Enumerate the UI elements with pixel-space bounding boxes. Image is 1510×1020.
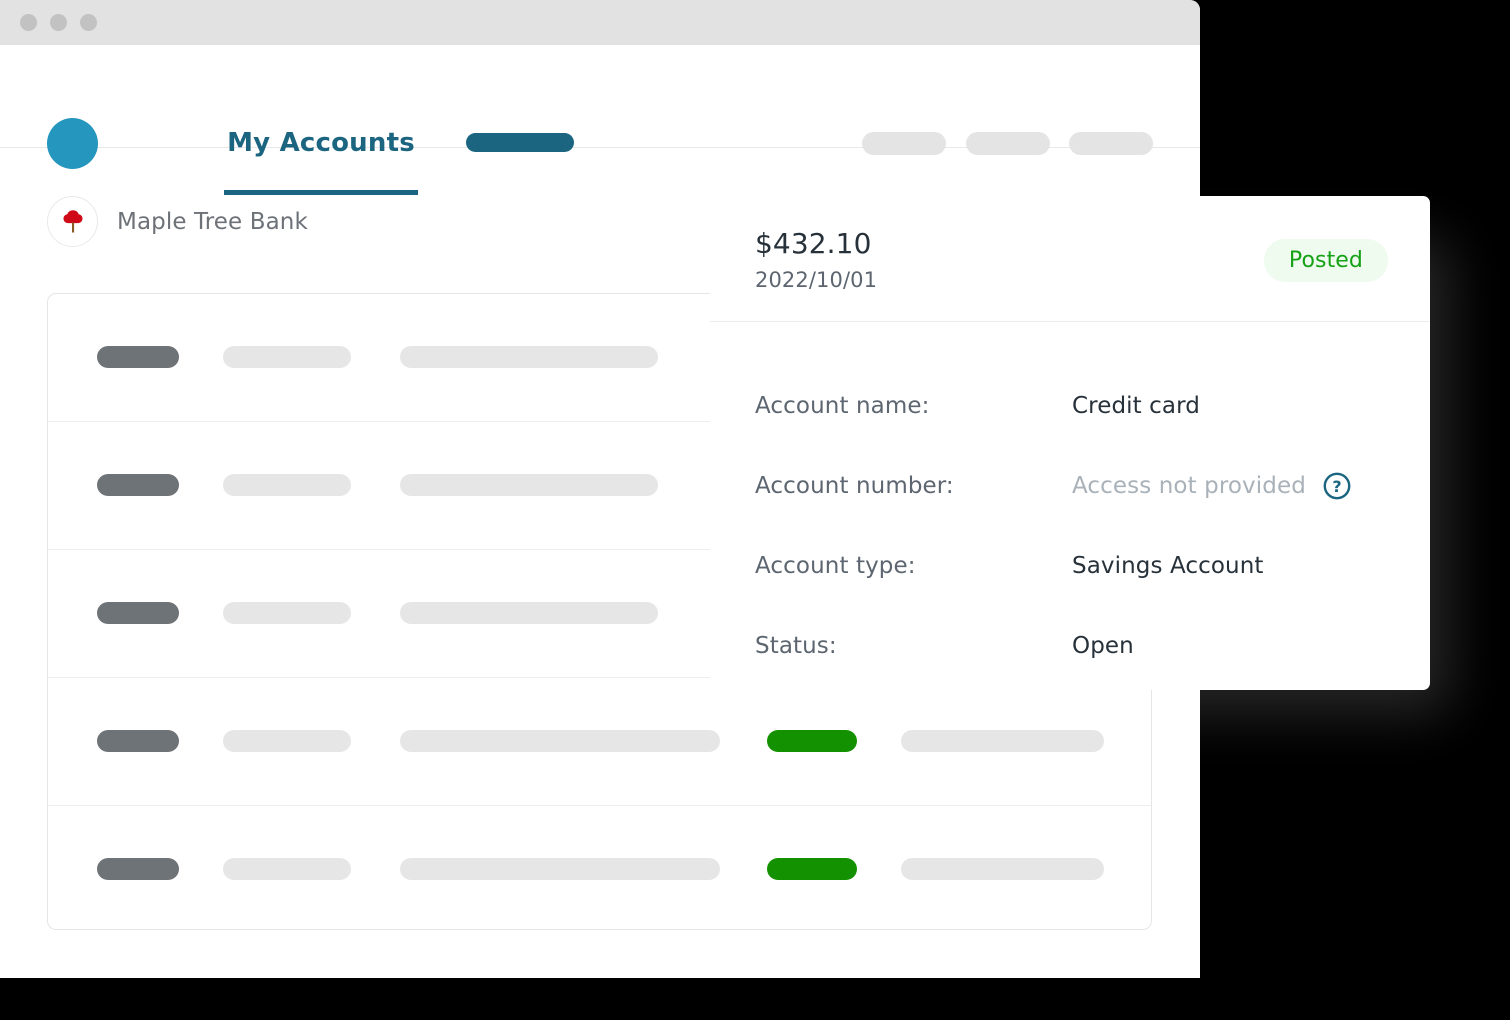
maximize-icon[interactable] — [80, 14, 97, 31]
detail-label: Account type: — [755, 553, 916, 579]
row-cell-placeholder — [223, 474, 351, 496]
detail-row-account-type: Account type: Savings Account — [710, 526, 1430, 606]
minimize-icon[interactable] — [50, 14, 67, 31]
detail-value: Access not provided — [1072, 473, 1306, 499]
transaction-date: 2022/10/01 — [755, 268, 878, 292]
row-cell-placeholder — [223, 730, 351, 752]
bank-name-label: Maple Tree Bank — [117, 208, 308, 235]
detail-label: Account name: — [755, 393, 930, 419]
bank-header: Maple Tree Bank — [47, 196, 308, 247]
status-badge: Posted — [1263, 239, 1388, 282]
detail-row-account-name: Account name: Credit card — [710, 366, 1430, 446]
top-navigation-bar: My Accounts — [0, 45, 1200, 195]
row-cell-placeholder — [901, 730, 1104, 752]
row-cell-placeholder — [223, 602, 351, 624]
detail-value: Savings Account — [1072, 553, 1264, 579]
row-cell-label-placeholder — [97, 602, 179, 624]
row-status-pill — [767, 858, 857, 880]
row-cell-label-placeholder — [97, 346, 179, 368]
avatar[interactable] — [47, 118, 98, 169]
detail-card-body: Account name: Credit card Account number… — [710, 322, 1430, 686]
table-row[interactable] — [48, 806, 1151, 929]
row-cell-label-placeholder — [97, 730, 179, 752]
tab-my-accounts[interactable]: My Accounts — [224, 127, 418, 195]
transaction-amount: $432.10 — [755, 227, 872, 260]
detail-row-account-number: Account number: Access not provided ? — [710, 446, 1430, 526]
screenshot-stage: My Accounts Maple Tree Bank $432.10 2022… — [0, 0, 1510, 1020]
window-titlebar — [0, 0, 1200, 45]
nav-pill-placeholder-1[interactable] — [862, 132, 946, 155]
row-cell-placeholder — [400, 346, 658, 368]
row-cell-label-placeholder — [97, 474, 179, 496]
nav-pill-primary[interactable] — [466, 133, 574, 152]
row-cell-placeholder — [223, 858, 351, 880]
row-cell-placeholder — [400, 730, 720, 752]
detail-row-status: Status: Open — [710, 606, 1430, 686]
row-cell-placeholder — [223, 346, 351, 368]
table-row[interactable] — [48, 678, 1151, 806]
row-cell-placeholder — [400, 602, 658, 624]
detail-value: Open — [1072, 633, 1134, 659]
account-detail-card: $432.10 2022/10/01 Posted Account name: … — [710, 196, 1430, 690]
detail-card-header: $432.10 2022/10/01 Posted — [710, 196, 1430, 322]
maple-tree-icon — [47, 196, 98, 247]
nav-pill-placeholder-2[interactable] — [966, 132, 1050, 155]
tab-my-accounts-label: My Accounts — [227, 128, 415, 158]
row-cell-placeholder — [901, 858, 1104, 880]
detail-label: Account number: — [755, 473, 954, 499]
svg-text:?: ? — [1332, 477, 1341, 496]
detail-value: Credit card — [1072, 393, 1200, 419]
close-icon[interactable] — [20, 14, 37, 31]
detail-label: Status: — [755, 633, 837, 659]
row-cell-label-placeholder — [97, 858, 179, 880]
row-status-pill — [767, 730, 857, 752]
help-icon[interactable]: ? — [1322, 471, 1352, 501]
nav-pill-placeholder-3[interactable] — [1069, 132, 1153, 155]
row-cell-placeholder — [400, 474, 658, 496]
tab-active-underline — [224, 190, 418, 195]
row-cell-placeholder — [400, 858, 720, 880]
